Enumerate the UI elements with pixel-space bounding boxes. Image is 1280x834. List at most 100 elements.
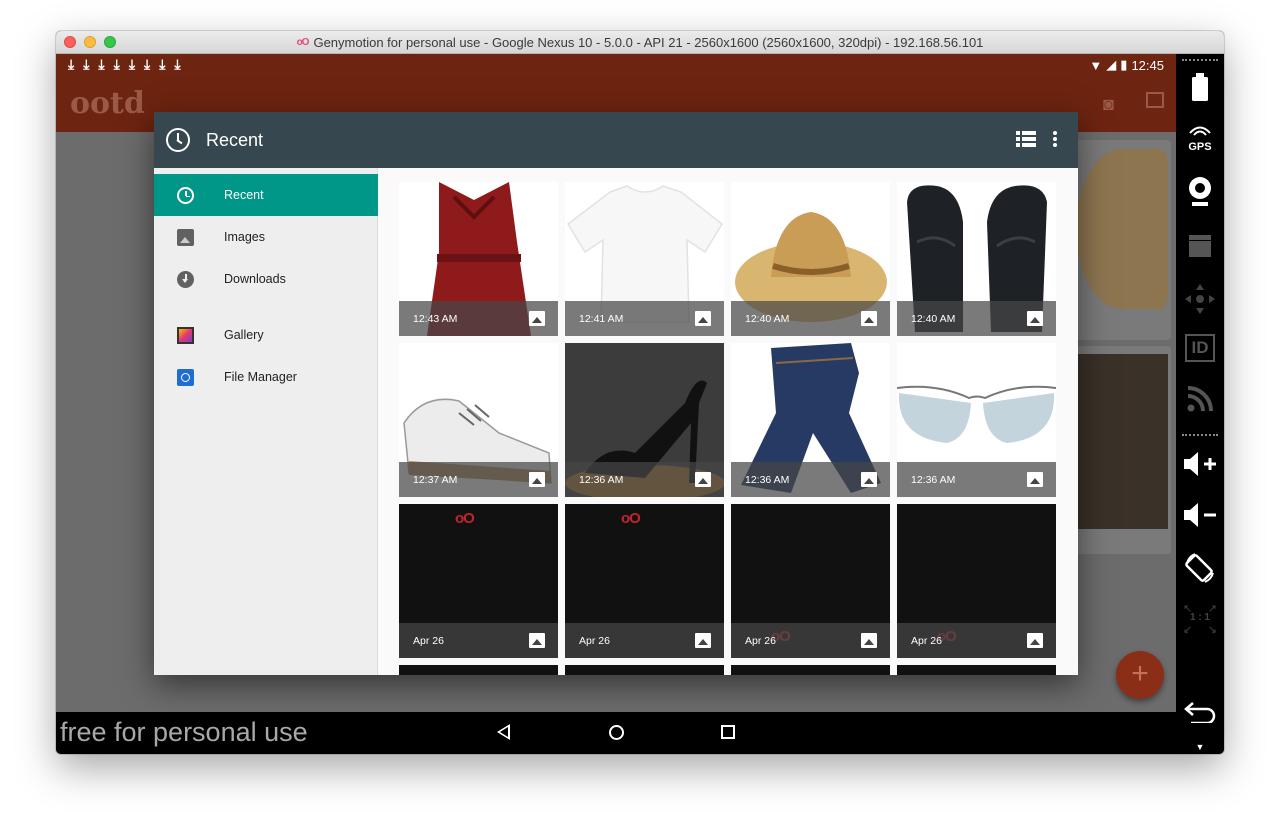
scale-label: 1 : 1 — [1189, 612, 1210, 623]
gps-label: GPS — [1188, 141, 1212, 153]
image-type-icon — [695, 472, 711, 487]
volume-down-icon[interactable] — [1176, 500, 1224, 535]
background-shoe-image — [1076, 354, 1168, 529]
status-time: 12:45 — [1131, 57, 1164, 73]
battery-icon: ▮ — [1120, 57, 1128, 72]
device-id-widget-icon[interactable]: ID — [1176, 334, 1224, 362]
thumbnail-tile[interactable]: 12:40 AM — [731, 182, 890, 336]
thumbnail-tile[interactable]: oO Apr 26 — [399, 504, 558, 658]
camera-icon[interactable]: ◙ — [1103, 94, 1114, 115]
thumbnail-tile[interactable]: 12:40 AM — [897, 182, 1056, 336]
drawer-item-label: File Manager — [224, 370, 297, 384]
image-type-icon — [1027, 311, 1043, 326]
download-notification-icon[interactable]: ⤓ — [83, 56, 89, 73]
image-type-icon — [529, 472, 545, 487]
thumbnail-date: 12:36 AM — [579, 474, 624, 486]
pixel-perfect-icon[interactable]: ↖ ↗ ↙ ↘ 1 : 1 — [1176, 602, 1224, 636]
volume-up-icon[interactable] — [1176, 449, 1224, 484]
image-icon — [177, 229, 194, 246]
thumbnail-tile[interactable] — [565, 665, 724, 675]
thumbnail-date: 12:43 AM — [413, 313, 458, 325]
thumbnail-caption: Apr 26 — [897, 623, 1056, 658]
webcam-widget-icon[interactable] — [1176, 175, 1224, 214]
thumbnail-caption: 12:36 AM — [731, 462, 890, 497]
thumbnail-caption: Apr 26 — [565, 623, 724, 658]
thumbnail-tile[interactable]: oO Apr 26 — [565, 504, 724, 658]
picker-title: Recent — [206, 130, 264, 150]
thumbnail-date: 12:37 AM — [413, 474, 458, 486]
thumbnail-date: Apr 26 — [413, 635, 444, 647]
thumbnail-tile[interactable]: 12:36 AM — [731, 343, 890, 497]
image-type-icon — [861, 472, 877, 487]
back-button[interactable] — [497, 724, 510, 740]
download-notification-icon[interactable]: ⤓ — [174, 56, 180, 73]
drawer-item-images[interactable]: Images — [154, 216, 378, 258]
thumbnail-date: 12:40 AM — [911, 313, 956, 325]
genymotion-logo-icon: oO — [296, 37, 310, 48]
genymotion-side-panel: GPS ID ↖ ↗ ↙ ↘ 1: 1 ▼ — [1176, 54, 1224, 754]
genymotion-logo-icon: oO — [621, 510, 641, 527]
thumbnail-caption: 12:36 AM — [897, 462, 1056, 497]
thumbnail-tile[interactable] — [399, 665, 558, 675]
home-button[interactable] — [609, 725, 624, 740]
download-notification-icon[interactable]: ⤓ — [98, 56, 104, 73]
download-notification-icon[interactable]: ⤓ — [114, 56, 120, 73]
gps-widget-icon[interactable]: GPS — [1176, 124, 1224, 153]
thumbnail-tile[interactable] — [897, 665, 1056, 675]
thumbnail-date: 12:36 AM — [745, 474, 790, 486]
rotate-device-icon[interactable] — [1176, 551, 1224, 590]
android-status-bar: ⤓ ⤓ ⤓ ⤓ ⤓ ⤓ ⤓ ⤓ ▼ ◢ ▮ 12:45 — [56, 54, 1176, 78]
image-type-icon — [529, 633, 545, 648]
screencast-widget-icon[interactable] — [1176, 231, 1224, 264]
thumbnail-tile[interactable]: oOApr 26 — [897, 504, 1056, 658]
thumbnail-caption: 12:41 AM — [565, 301, 724, 336]
add-fab-button[interactable]: + — [1116, 651, 1164, 699]
drawer-item-label: Recent — [224, 188, 264, 202]
thumbnail-date: 12:36 AM — [911, 474, 956, 486]
thumbnail-date: 12:40 AM — [745, 313, 790, 325]
drawer-item-gallery[interactable]: Gallery — [154, 314, 378, 356]
drawer-item-label: Downloads — [224, 272, 286, 286]
drawer-item-file-manager[interactable]: File Manager — [154, 356, 378, 398]
thumbnail-caption: 12:40 AM — [897, 301, 1056, 336]
thumbnail-tile[interactable]: 12:36 AM — [565, 343, 724, 497]
image-type-icon — [861, 311, 877, 326]
drawer-item-label: Gallery — [224, 328, 264, 342]
image-type-icon — [695, 633, 711, 648]
image-type-icon — [861, 633, 877, 648]
genymotion-logo-icon: oO — [455, 510, 475, 527]
wifi-icon: ▼ — [1089, 57, 1103, 73]
download-notification-icon[interactable]: ⤓ — [144, 56, 150, 73]
download-notification-icon[interactable]: ⤓ — [129, 56, 135, 73]
android-nav-bar: free for personal use — [56, 712, 1176, 754]
rss-widget-icon[interactable] — [1176, 384, 1224, 419]
dpad-widget-icon[interactable] — [1176, 282, 1224, 321]
device-id-label: ID — [1185, 334, 1215, 362]
scroll-down-icon[interactable]: ▼ — [1176, 742, 1224, 752]
picker-toolbar: Recent — [154, 112, 1078, 168]
thumbnail-tile[interactable] — [731, 665, 890, 675]
gallery-action-icon[interactable] — [1146, 92, 1164, 108]
more-options-icon[interactable] — [1053, 131, 1057, 147]
window-title: Genymotion for personal use - Google Nex… — [313, 35, 984, 50]
download-icon — [177, 271, 194, 288]
list-view-icon[interactable] — [1016, 131, 1036, 147]
android-back-panel-icon[interactable] — [1176, 699, 1224, 728]
download-notification-icon[interactable]: ⤓ — [159, 56, 165, 73]
app-logo: ootd — [70, 86, 145, 121]
download-notification-icon[interactable]: ⤓ — [68, 56, 74, 73]
recents-button[interactable] — [721, 725, 735, 739]
personal-use-watermark: free for personal use — [60, 717, 308, 747]
thumbnail-tile[interactable]: 12:37 AM — [399, 343, 558, 497]
clock-icon — [177, 187, 194, 204]
drawer-item-downloads[interactable]: Downloads — [154, 258, 378, 300]
thumbnail-tile[interactable]: 12:41 AM — [565, 182, 724, 336]
clock-icon[interactable] — [166, 128, 190, 152]
drawer-item-recent[interactable]: Recent — [154, 174, 378, 216]
thumbnail-tile[interactable]: oOApr 26 — [731, 504, 890, 658]
signal-icon: ◢ — [1106, 57, 1117, 72]
battery-widget-icon[interactable] — [1176, 72, 1224, 107]
thumbnail-tile[interactable]: 12:36 AM — [897, 343, 1056, 497]
thumbnail-caption: 12:37 AM — [399, 462, 558, 497]
thumbnail-tile[interactable]: 12:43 AM — [399, 182, 558, 336]
